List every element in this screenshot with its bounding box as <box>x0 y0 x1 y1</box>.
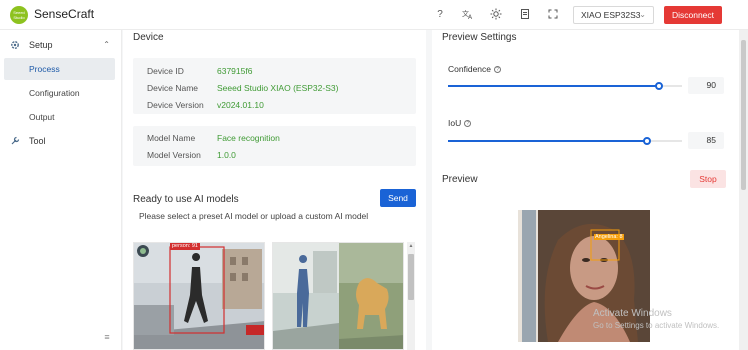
models-scrollbar-thumb[interactable] <box>408 254 414 300</box>
iou-slider[interactable] <box>448 137 682 145</box>
info-value: Seeed Studio XIAO (ESP32-S3) <box>217 83 339 93</box>
info-key: Device Name <box>147 83 199 93</box>
help-icon[interactable]: ? <box>433 8 447 22</box>
sidebar-group-label: Tool <box>29 136 46 146</box>
models-subtitle: Please select a preset AI model or uploa… <box>139 211 369 221</box>
iou-slider-fill <box>448 140 647 142</box>
translate-icon[interactable]: 文A <box>461 8 475 22</box>
models-title: Ready to use AI models <box>133 194 239 205</box>
iou-label-text: IoU <box>448 118 462 128</box>
info-key: Device ID <box>147 66 184 76</box>
confidence-value-input[interactable]: 90 <box>688 77 724 94</box>
info-value: Face recognition <box>217 133 280 143</box>
info-icon: ? <box>494 66 502 74</box>
sidebar-group-setup[interactable]: Setup ⌃ <box>0 34 122 56</box>
gear-icon <box>9 34 21 58</box>
confidence-label: Confidence? <box>448 64 502 74</box>
preview-panel: Preview Settings Confidence? 90 IoU? 85 … <box>432 30 739 350</box>
sidebar-item-process[interactable]: Process <box>4 58 115 80</box>
document-icon[interactable] <box>518 8 532 22</box>
detection-label: person: 91 <box>172 243 198 249</box>
stop-button[interactable]: Stop <box>690 170 726 188</box>
chevron-down-icon: ⌄ <box>639 10 646 19</box>
confidence-slider-thumb[interactable] <box>654 82 663 90</box>
info-key: Model Version <box>147 150 201 160</box>
app-title: SenseCraft <box>34 7 95 21</box>
device-title: Device <box>133 32 164 43</box>
theme-icon[interactable] <box>489 8 503 22</box>
disconnect-button[interactable]: Disconnect <box>664 6 722 24</box>
preview-title: Preview <box>442 174 478 185</box>
model-cards: person: 91 <box>133 242 416 350</box>
scroll-up-icon[interactable]: ▲ <box>407 243 415 249</box>
device-select-value: XIAO ESP32S3 <box>581 10 641 20</box>
send-button[interactable]: Send <box>380 189 416 207</box>
iou-slider-thumb[interactable] <box>642 137 651 145</box>
sidebar-item-output[interactable]: Output <box>4 106 115 128</box>
header: Seeed Studio SenseCraft ? 文A XIAO ESP32S… <box>0 0 748 30</box>
seeed-logo: Seeed Studio <box>10 6 28 24</box>
info-value: 637915f6 <box>217 66 253 76</box>
sidebar-item-configuration[interactable]: Configuration <box>4 82 115 104</box>
page-scrollbar-thumb[interactable] <box>741 40 746 190</box>
activate-windows-title: Activate Windows <box>593 308 672 319</box>
model-card-pet-detection[interactable] <box>272 242 404 350</box>
fullscreen-icon[interactable] <box>546 8 560 22</box>
info-value: v2024.01.10 <box>217 100 264 110</box>
confidence-slider-fill <box>448 85 659 87</box>
svg-text:A: A <box>468 14 473 20</box>
face-detection-label: Angelina: 8 <box>594 234 624 240</box>
sidebar: Setup ⌃ Process Configuration Output Too… <box>0 30 122 350</box>
activate-windows-subtitle: Go to Settings to activate Windows. <box>593 321 720 330</box>
device-panel: Device Device ID 637915f6 Device Name Se… <box>123 30 426 350</box>
sidebar-group-tool[interactable]: Tool <box>0 130 122 152</box>
info-key: Device Version <box>147 100 204 110</box>
page-scrollbar[interactable] <box>739 30 748 350</box>
confidence-slider[interactable] <box>448 82 682 90</box>
confidence-label-text: Confidence <box>448 64 492 74</box>
device-select[interactable]: XIAO ESP32S3 ⌄ <box>573 6 654 24</box>
iou-label: IoU? <box>448 118 472 128</box>
collapse-sidebar-icon[interactable]: ≡ <box>101 332 113 342</box>
model-info-box: Model Name Face recognition Model Versio… <box>133 126 416 166</box>
chevron-up-icon: ⌃ <box>103 40 110 49</box>
info-key: Model Name <box>147 133 196 143</box>
models-scrollbar[interactable]: ▲ <box>407 242 415 350</box>
model-card-person-detection[interactable]: person: 91 <box>133 242 265 350</box>
info-icon: ? <box>464 120 472 128</box>
info-value: 1.0.0 <box>217 150 236 160</box>
iou-value-input[interactable]: 85 <box>688 132 724 149</box>
sidebar-group-label: Setup <box>29 40 53 50</box>
wrench-icon <box>9 130 21 154</box>
device-info-box: Device ID 637915f6 Device Name Seeed Stu… <box>133 58 416 114</box>
preview-settings-title: Preview Settings <box>442 32 517 43</box>
